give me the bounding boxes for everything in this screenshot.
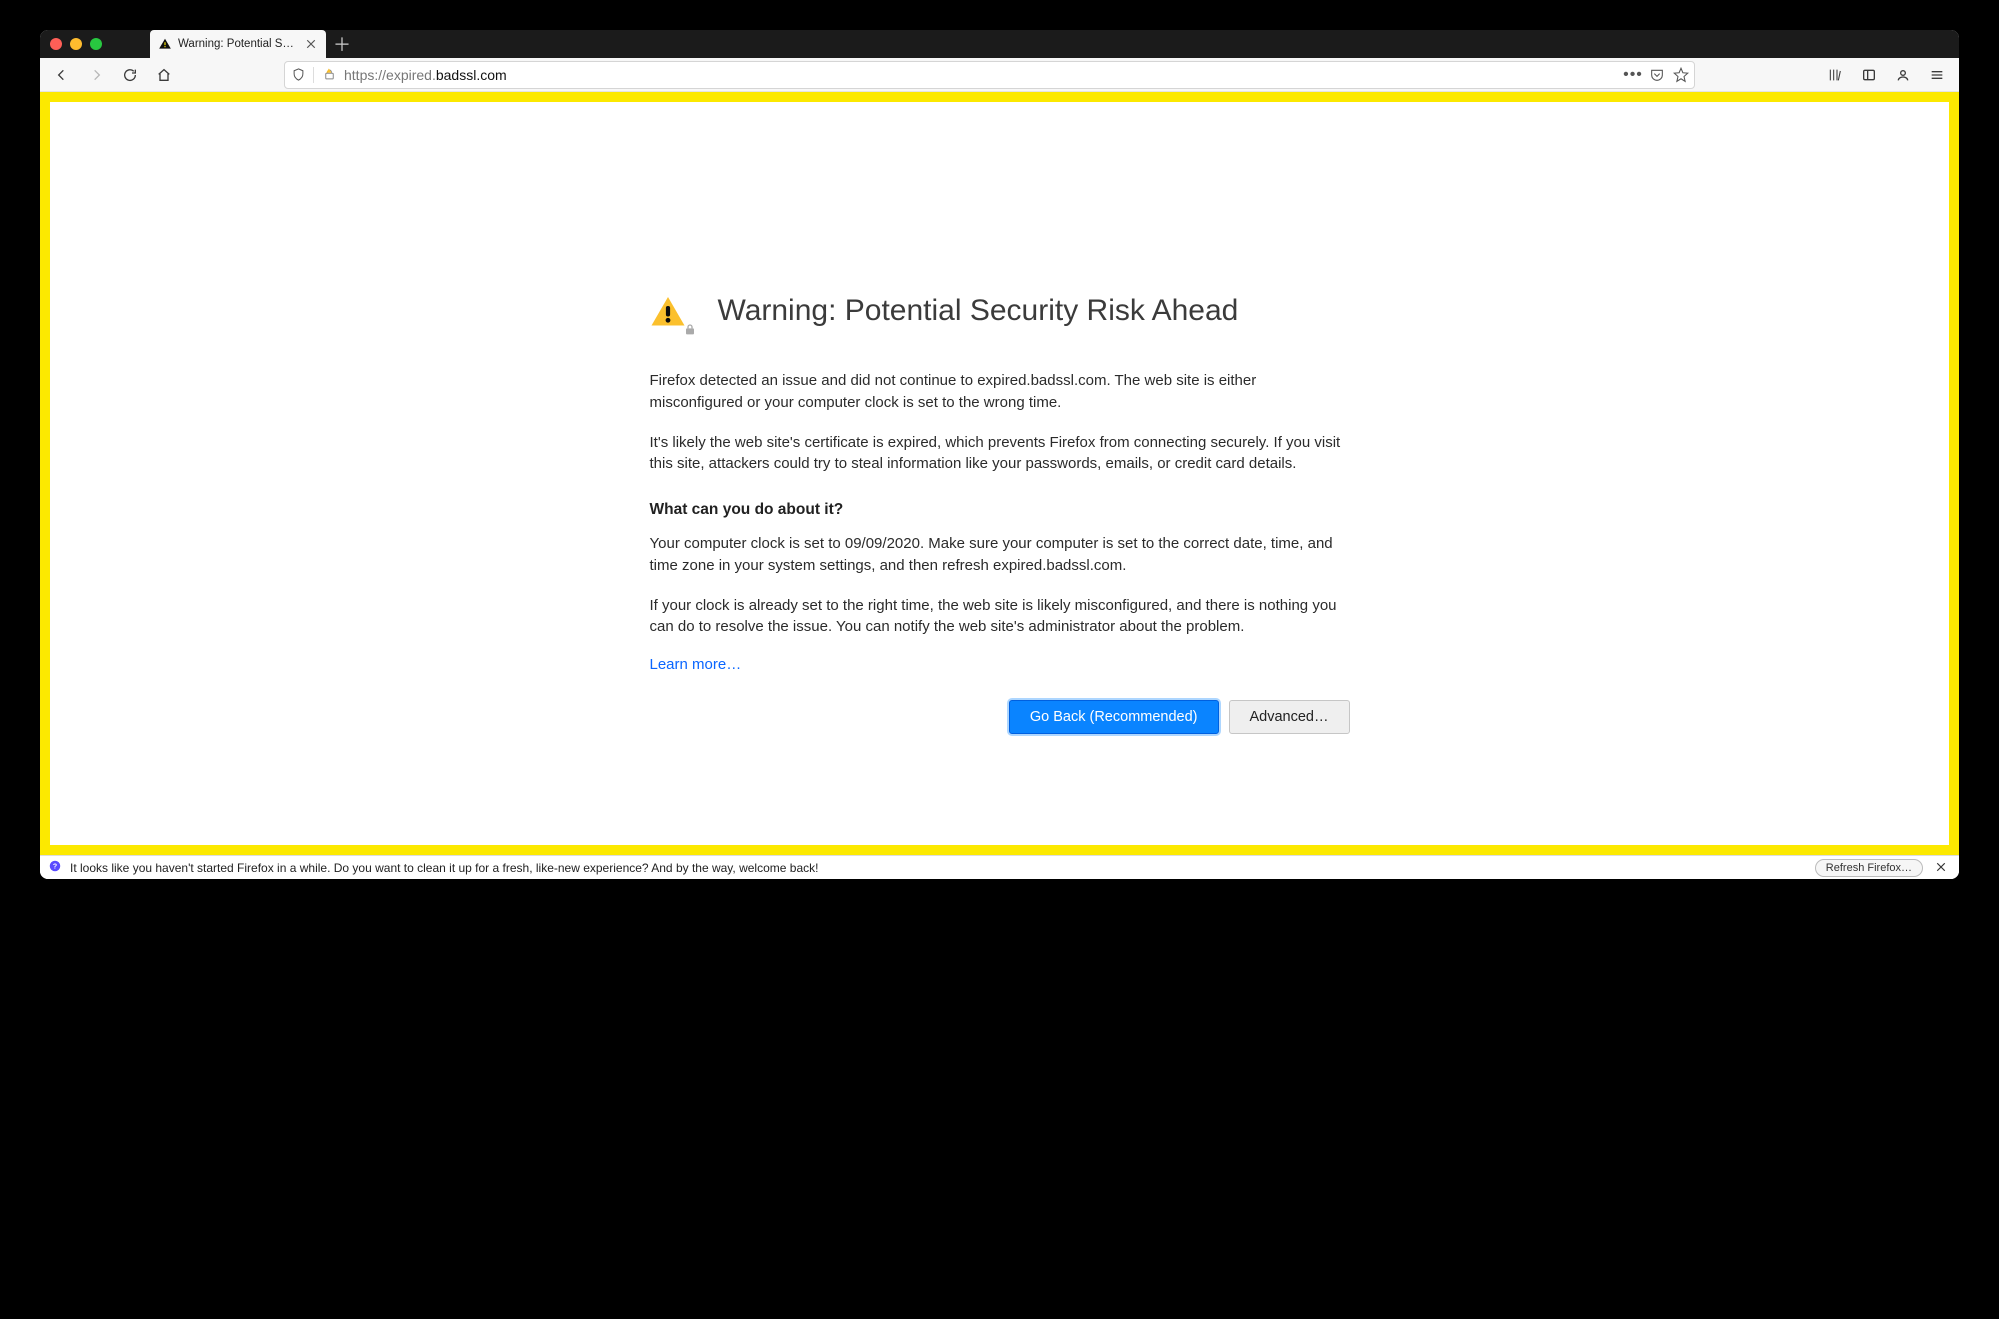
url-sub: expired.	[386, 67, 436, 83]
page-actions-button[interactable]: •••	[1624, 66, 1642, 84]
reload-button[interactable]	[116, 61, 144, 89]
tab-strip: Warning: Potential Security Risk ＋	[40, 30, 1959, 58]
shield-icon[interactable]	[289, 66, 307, 84]
error-paragraph-3: Your computer clock is set to 09/09/2020…	[650, 533, 1350, 577]
pocket-icon[interactable]	[1648, 66, 1666, 84]
refresh-firefox-button[interactable]: Refresh Firefox…	[1815, 859, 1923, 877]
warning-favicon-icon	[158, 37, 172, 51]
advanced-button[interactable]: Advanced…	[1229, 700, 1350, 734]
error-paragraph-4: If your clock is already set to the righ…	[650, 595, 1350, 639]
error-paragraph-1: Firefox detected an issue and did not co…	[650, 370, 1350, 414]
bookmark-star-icon[interactable]	[1672, 66, 1690, 84]
warning-triangle-icon	[650, 294, 694, 338]
lock-warning-icon[interactable]	[320, 66, 338, 84]
tab-title: Warning: Potential Security Risk	[178, 38, 298, 50]
notification-bar: ? It looks like you haven't started Fire…	[40, 855, 1959, 879]
toolbar-right	[1821, 61, 1951, 89]
window-controls	[50, 38, 102, 50]
browser-window: Warning: Potential Security Risk ＋	[40, 30, 1959, 879]
home-button[interactable]	[150, 61, 178, 89]
url-host: badssl.com	[436, 67, 507, 83]
error-paragraph-2: It's likely the web site's certificate i…	[650, 432, 1350, 476]
learn-more-link[interactable]: Learn more…	[650, 656, 742, 673]
address-bar[interactable]: https://expired.badssl.com •••	[284, 61, 1695, 89]
account-button[interactable]	[1889, 61, 1917, 89]
close-window-button[interactable]	[50, 38, 62, 50]
new-tab-button[interactable]: ＋	[328, 30, 356, 58]
maximize-window-button[interactable]	[90, 38, 102, 50]
error-subheading: What can you do about it?	[650, 501, 1350, 519]
browser-tab[interactable]: Warning: Potential Security Risk	[150, 30, 326, 58]
app-menu-button[interactable]	[1923, 61, 1951, 89]
page-viewport: Warning: Potential Security Risk Ahead F…	[40, 92, 1959, 855]
security-error-page: Warning: Potential Security Risk Ahead F…	[650, 294, 1350, 845]
url-scheme: https://	[344, 67, 386, 83]
library-button[interactable]	[1821, 61, 1849, 89]
back-button[interactable]	[48, 61, 76, 89]
minimize-window-button[interactable]	[70, 38, 82, 50]
separator	[313, 67, 314, 83]
forward-button[interactable]	[82, 61, 110, 89]
nav-toolbar: https://expired.badssl.com •••	[40, 58, 1959, 92]
url-text: https://expired.badssl.com	[344, 67, 1618, 83]
sidebar-button[interactable]	[1855, 61, 1883, 89]
notification-text: It looks like you haven't started Firefo…	[70, 861, 1807, 875]
help-icon: ?	[48, 859, 62, 876]
svg-text:?: ?	[53, 864, 57, 871]
close-notification-button[interactable]	[1931, 860, 1951, 876]
close-tab-button[interactable]	[304, 37, 318, 51]
lock-mini-icon	[682, 321, 698, 342]
go-back-button[interactable]: Go Back (Recommended)	[1009, 700, 1219, 734]
error-title: Warning: Potential Security Risk Ahead	[718, 294, 1239, 328]
